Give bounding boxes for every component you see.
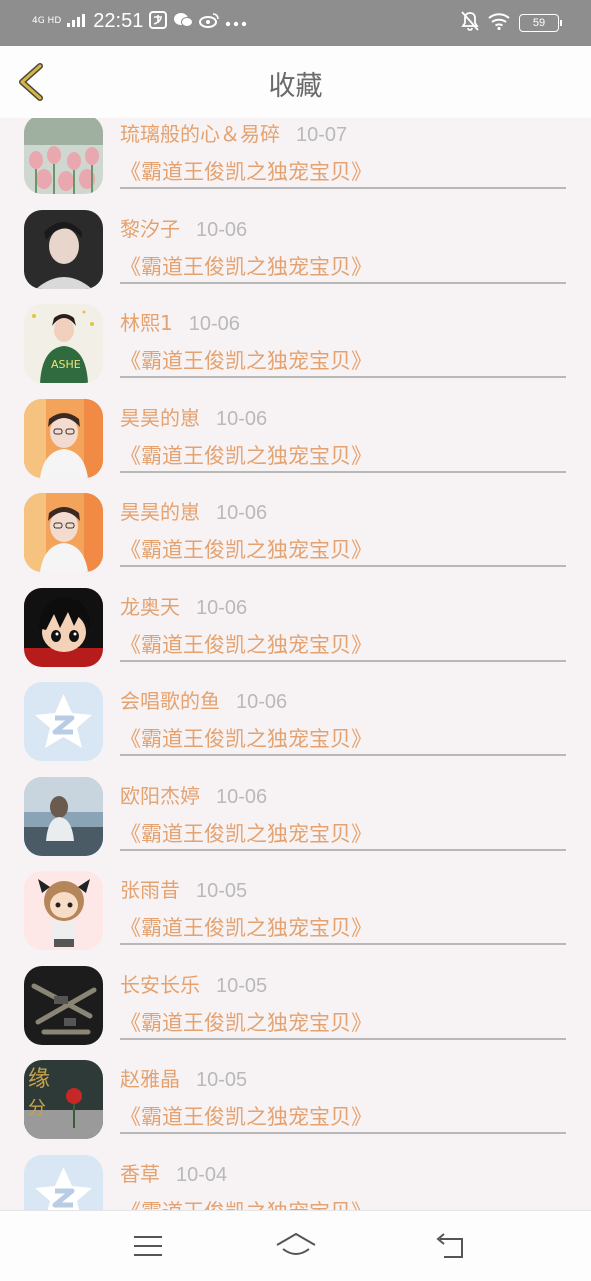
home-icon [276,1233,316,1255]
work-title[interactable]: 《霸道王俊凯之独宠宝贝》 [120,440,372,470]
list-item[interactable]: 会唱歌的鱼 10-06 《霸道王俊凯之独宠宝贝》 [0,657,591,761]
list-item[interactable]: 昊昊的崽 10-06 《霸道王俊凯之独宠宝贝》 [0,468,591,572]
clock: 22:51 [93,10,144,32]
user-name-text: 欧阳杰婷 [120,783,200,808]
date-label: 10-05 [216,974,268,997]
network-indicator: 4G HD [32,16,62,26]
user-name: 长安长乐 10-05 [120,969,267,998]
avatar[interactable] [24,776,103,856]
weibo-icon [199,12,220,32]
work-title[interactable]: 《霸道王俊凯之独宠宝贝》 [120,156,372,186]
date-label: 10-06 [196,218,248,241]
user-name-text: 林熙1 [120,311,173,335]
list-item[interactable]: 龙奥天 10-06 《霸道王俊凯之独宠宝贝》 [0,563,591,667]
avatar[interactable] [24,115,103,194]
menu-button[interactable] [128,1229,168,1263]
avatar[interactable] [24,965,103,1045]
user-name: 昊昊的崽 10-06 [120,402,267,431]
date-label: 10-06 [236,691,288,713]
user-name: 龙奥天 10-06 [120,591,247,620]
list-item[interactable]: 香草 10-04 《霸道王俊凯之独宠宝贝》 [0,1130,591,1211]
avatar[interactable] [24,209,103,289]
work-title[interactable]: 《霸道王俊凯之独宠宝贝》 [120,1196,372,1211]
user-name: 会唱歌的鱼 10-06 [120,685,287,714]
more-icon [225,13,247,31]
list-item[interactable]: ASHE 林熙1 10-06 《霸道王俊凯之独宠宝贝》 [0,279,591,383]
signal-icon [67,12,87,31]
date-label: 10-06 [188,313,240,335]
date-label: 10-05 [196,1069,248,1091]
date-label: 10-07 [296,124,348,146]
list-item[interactable]: 缘分赵雅晶 10-05 《霸道王俊凯之独宠宝贝》 [0,1035,591,1139]
date-label: 10-06 [216,785,268,808]
user-name-text: 昊昊的崽 [120,405,200,430]
svg-text:ASHE: ASHE [51,358,81,371]
menu-icon [134,1236,162,1256]
user-name-text: 张雨昔 [120,878,180,902]
mute-bell-icon [461,11,479,35]
user-name-text: 龙奥天 [120,594,180,619]
avatar[interactable] [24,1154,103,1210]
alipay-icon [149,10,168,33]
work-title[interactable]: 《霸道王俊凯之独宠宝贝》 [120,818,372,848]
back-nav-button[interactable] [432,1229,472,1263]
wechat-icon [173,11,194,33]
work-title[interactable]: 《霸道王俊凯之独宠宝贝》 [120,345,372,375]
favorites-list[interactable]: 琉璃般的心＆易碎 10-07 《霸道王俊凯之独宠宝贝》 黎汐子 10-06 《霸道王俊凯之… [0,90,591,1210]
avatar[interactable] [24,587,103,667]
date-label: 10-06 [196,596,248,619]
list-item[interactable]: 长安长乐 10-05 《霸道王俊凯之独宠宝贝》 [0,941,591,1045]
app-header: 收藏 [0,46,591,118]
work-title[interactable]: 《霸道王俊凯之独宠宝贝》 [120,1007,372,1037]
user-name: 琉璃般的心＆易碎 10-07 [120,118,347,147]
page-title: 收藏 [268,71,323,102]
work-title[interactable]: 《霸道王俊凯之独宠宝贝》 [120,534,372,564]
avatar[interactable] [24,682,103,761]
user-name-text: 赵雅晶 [120,1067,180,1091]
avatar[interactable]: ASHE [24,304,103,383]
user-name-text: 长安长乐 [120,972,200,997]
avatar[interactable] [24,398,103,478]
user-name-text: 黎汐子 [120,216,180,241]
back-arrow-icon [436,1233,463,1258]
avatar[interactable] [24,493,103,572]
battery-indicator: 59 [519,14,562,32]
user-name: 香草 10-04 [120,1158,227,1187]
status-bar: 4G HD 22:51 59 [0,0,591,46]
list-item[interactable]: 欧阳杰婷 10-06 《霸道王俊凯之独宠宝贝》 [0,752,591,856]
date-label: 10-05 [196,880,248,902]
list-item[interactable]: 黎汐子 10-06 《霸道王俊凯之独宠宝贝》 [0,185,591,289]
work-title[interactable]: 《霸道王俊凯之独宠宝贝》 [120,629,372,659]
user-name-text: 昊昊的崽 [120,500,200,524]
user-name: 林熙1 10-06 [120,307,240,336]
date-label: 10-04 [176,1163,228,1186]
user-name-text: 香草 [120,1161,160,1186]
svg-text:缘: 缘 [28,1067,50,1092]
user-name-text: 琉璃般的心＆易碎 [120,122,280,146]
svg-text:分: 分 [28,1098,46,1119]
user-name: 黎汐子 10-06 [120,213,247,242]
work-title[interactable]: 《霸道王俊凯之独宠宝贝》 [120,723,372,753]
work-title[interactable]: 《霸道王俊凯之独宠宝贝》 [120,1101,372,1131]
user-name: 张雨昔 10-05 [120,874,247,903]
list-item[interactable]: 张雨昔 10-05 《霸道王俊凯之独宠宝贝》 [0,846,591,950]
user-name: 欧阳杰婷 10-06 [120,780,267,809]
work-title[interactable]: 《霸道王俊凯之独宠宝贝》 [120,251,372,281]
date-label: 10-06 [216,407,268,430]
date-label: 10-06 [216,502,268,524]
home-button[interactable] [274,1229,318,1263]
work-title[interactable]: 《霸道王俊凯之独宠宝贝》 [120,912,372,942]
avatar[interactable]: 缘分 [24,1060,103,1139]
avatar[interactable] [24,871,103,950]
user-name-text: 会唱歌的鱼 [120,689,220,713]
wifi-icon [487,12,511,34]
list-item[interactable]: 昊昊的崽 10-06 《霸道王俊凯之独宠宝贝》 [0,374,591,478]
user-name: 昊昊的崽 10-06 [120,496,267,525]
user-name: 赵雅晶 10-05 [120,1063,247,1092]
system-nav-bar [0,1210,591,1281]
